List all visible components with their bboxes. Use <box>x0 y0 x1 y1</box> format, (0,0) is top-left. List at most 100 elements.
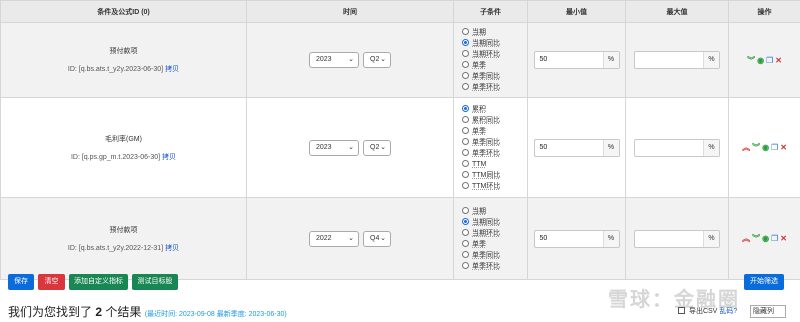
radio-icon[interactable] <box>462 28 469 35</box>
subcondition-option[interactable]: 单季 <box>462 239 527 250</box>
percent-addon: % <box>602 52 619 68</box>
results-meta: (最近时间: 2023-09-08 最新季度: 2023-06-30) <box>144 311 287 318</box>
max-cell: % <box>625 97 729 198</box>
year-select[interactable]: 2023 ⌄ <box>309 139 359 156</box>
radio-icon[interactable] <box>462 239 469 247</box>
header-time: 时间 <box>246 0 454 23</box>
year-select[interactable]: 2023 ⌄ <box>309 52 359 68</box>
export-csv[interactable]: 导出CSV 乱码? <box>678 306 737 316</box>
radio-icon[interactable] <box>462 61 469 68</box>
subcondition-option-label: 单季同比 <box>472 138 500 146</box>
subcondition-option[interactable]: 当期同比 <box>462 217 527 228</box>
radio-icon[interactable] <box>462 228 469 236</box>
radio-icon[interactable] <box>462 148 469 156</box>
subcondition-option-label: 累积 <box>472 105 486 113</box>
subcondition-option[interactable]: 单季同比 <box>462 71 527 82</box>
download-icon <box>678 307 685 314</box>
radio-icon[interactable] <box>462 217 469 225</box>
subcondition-option[interactable]: 单季 <box>462 60 527 71</box>
copy-icon[interactable]: ❐ <box>771 234 778 243</box>
quarter-select[interactable]: Q4 ⌄ <box>363 230 391 247</box>
add-custom-indicator-button[interactable]: 添加自定义指标 <box>69 274 128 290</box>
actions-cell: ︽ ︾ ◉ ❐ ✕ <box>728 97 800 198</box>
min-input[interactable]: 50% <box>533 51 620 69</box>
radio-icon[interactable] <box>462 104 469 112</box>
clear-button[interactable]: 清空 <box>38 274 65 290</box>
chevron-down-icon: ⌄ <box>348 56 354 63</box>
condition-name: 预付款项 <box>109 48 138 55</box>
condition-row: 毛利率(GM) ID: [q.ps.gp_m.t.2023-06-30] 拷贝 20… <box>0 97 800 198</box>
subcondition-option-label: 累积同比 <box>472 116 500 124</box>
radio-icon[interactable] <box>462 206 469 214</box>
radio-icon[interactable] <box>462 39 469 46</box>
copy-icon[interactable]: ❐ <box>771 143 778 152</box>
eye-icon[interactable]: ◉ <box>757 56 764 65</box>
chevron-down-icon: ⌄ <box>348 234 354 242</box>
radio-icon[interactable] <box>462 50 469 57</box>
subcondition-option[interactable]: TTM环比 <box>462 181 527 192</box>
subcondition-option-label: 单季 <box>472 240 486 248</box>
radio-icon[interactable] <box>462 126 469 134</box>
eye-icon[interactable]: ◉ <box>762 143 769 152</box>
subcondition-option[interactable]: TTM <box>462 159 527 170</box>
radio-icon[interactable] <box>462 181 469 189</box>
close-icon[interactable]: ✕ <box>775 56 782 65</box>
min-input[interactable]: 50% <box>533 138 620 157</box>
subcondition-option[interactable]: 单季环比 <box>462 82 527 93</box>
year-value: 2022 <box>316 234 332 242</box>
export-csv-label[interactable]: 导出CSV <box>689 308 717 315</box>
subcondition-option[interactable]: 单季 <box>462 126 527 137</box>
results-suffix: 个结果 <box>105 305 142 319</box>
subcondition-option-label: 当期 <box>472 29 486 36</box>
double-chevron-up-icon[interactable]: ︽ <box>742 142 750 153</box>
max-input[interactable]: % <box>634 138 720 157</box>
subcondition-option-label: 当期同比 <box>472 218 500 226</box>
subcondition-option[interactable]: TTM同比 <box>462 170 527 181</box>
garbled-help-link[interactable]: 乱码? <box>719 308 737 315</box>
copy-link[interactable]: 拷贝 <box>165 245 179 252</box>
radio-icon[interactable] <box>462 261 469 269</box>
column-select[interactable]: 隐藏列 <box>750 305 786 318</box>
copy-link[interactable]: 拷贝 <box>165 66 179 73</box>
save-button[interactable]: 保存 <box>8 274 34 290</box>
eye-icon[interactable]: ◉ <box>762 234 769 243</box>
test-target-stock-button[interactable]: 测试目标股 <box>132 274 178 290</box>
max-input[interactable]: % <box>634 229 720 248</box>
quarter-select[interactable]: Q2 ⌄ <box>363 139 391 156</box>
subcondition-option[interactable]: 当期 <box>462 206 527 217</box>
copy-icon[interactable]: ❐ <box>766 56 773 65</box>
radio-icon[interactable] <box>462 72 469 79</box>
start-screening-button[interactable]: 开始筛选 <box>744 274 784 290</box>
radio-icon[interactable] <box>462 159 469 167</box>
subcondition-option[interactable]: 当期环比 <box>462 228 527 239</box>
max-input[interactable]: % <box>634 51 720 69</box>
subcondition-option[interactable]: 单季环比 <box>462 261 527 272</box>
radio-icon[interactable] <box>462 83 469 90</box>
min-input[interactable]: 50% <box>533 229 620 248</box>
year-select[interactable]: 2022 ⌄ <box>309 230 359 247</box>
min-cell: 50% <box>527 22 626 98</box>
radio-icon[interactable] <box>462 115 469 123</box>
double-chevron-down-icon[interactable]: ︾ <box>747 55 755 66</box>
radio-icon[interactable] <box>462 137 469 145</box>
radio-icon[interactable] <box>462 250 469 258</box>
subcondition-option[interactable]: 当期同比 <box>462 38 527 49</box>
subcondition-option[interactable]: 当期环比 <box>462 49 527 60</box>
close-icon[interactable]: ✕ <box>780 234 787 243</box>
copy-link[interactable]: 拷贝 <box>162 154 176 161</box>
radio-icon[interactable] <box>462 170 469 178</box>
subcondition-option[interactable]: 单季环比 <box>462 148 527 159</box>
time-cell: 2022 ⌄ Q4 ⌄ <box>246 197 454 280</box>
subcondition-cell: 当期当期同比 当期环比 单季 单季同比 单季环比 <box>453 22 528 98</box>
subcondition-option[interactable]: 累积 <box>462 104 527 115</box>
quarter-select[interactable]: Q2 ⌄ <box>363 52 391 68</box>
double-chevron-down-icon[interactable]: ︾ <box>752 142 760 153</box>
subcondition-option[interactable]: 累积同比 <box>462 115 527 126</box>
double-chevron-up-icon[interactable]: ︽ <box>742 233 750 244</box>
subcondition-option[interactable]: 当期 <box>462 27 527 38</box>
subcondition-option[interactable]: 单季同比 <box>462 250 527 261</box>
subcondition-option[interactable]: 单季同比 <box>462 137 527 148</box>
close-icon[interactable]: ✕ <box>780 143 787 152</box>
subcondition-option-label: TTM <box>472 160 487 168</box>
double-chevron-down-icon[interactable]: ︾ <box>752 233 760 244</box>
